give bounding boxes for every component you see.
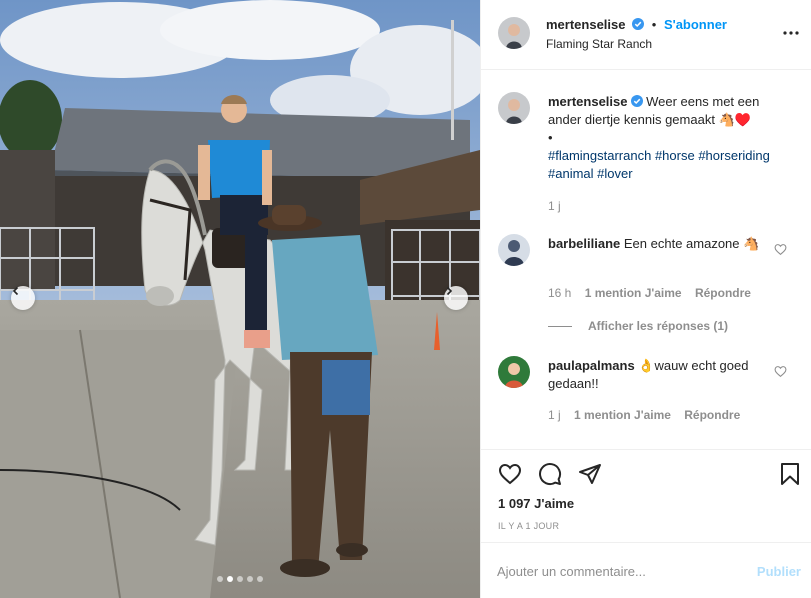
author-username[interactable]: mertenselise — [546, 17, 626, 32]
post-header: mertenselise • S'abonner Flaming Star Ra… — [481, 0, 811, 70]
caption-bullet: • — [548, 130, 553, 145]
header-separator: • — [651, 17, 657, 32]
view-replies-label: Afficher les réponses (1) — [588, 319, 729, 333]
post-timestamp[interactable]: IL Y A 1 JOUR — [498, 521, 559, 531]
caption-avatar[interactable] — [498, 92, 530, 124]
heart-icon[interactable] — [774, 365, 787, 378]
hashtag[interactable]: #horse — [655, 148, 695, 163]
comment-likes[interactable]: 1 mention J'aime — [574, 408, 671, 422]
author-line: mertenselise • S'abonner — [546, 17, 727, 32]
bookmark-icon[interactable] — [778, 462, 802, 486]
avatar-image — [498, 17, 530, 49]
comment-text: Een echte amazone 🐴 — [623, 236, 760, 251]
avatar-image — [498, 92, 530, 124]
replies-divider — [548, 325, 572, 327]
caption: mertenselise Weer eens met een ander die… — [548, 93, 773, 183]
hashtag[interactable]: #animal — [548, 166, 594, 181]
chevron-left-icon — [12, 286, 19, 296]
comment-username[interactable]: barbeliliane — [548, 236, 620, 251]
carousel-dot — [237, 576, 243, 582]
comment: paulapalmans 👌wauw echt goed gedaan!! — [548, 357, 773, 393]
caption-meta: 1 j — [548, 199, 561, 213]
commenter-avatar[interactable] — [498, 356, 530, 388]
comments-list[interactable]: mertenselise Weer eens met een ander die… — [481, 71, 811, 449]
carousel-next-button[interactable] — [444, 286, 468, 310]
more-options-icon[interactable] — [782, 24, 800, 42]
hashtag[interactable]: #lover — [597, 166, 632, 181]
hashtag[interactable]: #flamingstarranch — [548, 148, 651, 163]
publish-button[interactable]: Publier — [757, 564, 801, 579]
author-avatar[interactable] — [498, 17, 530, 49]
post-photo[interactable] — [0, 0, 480, 598]
comment-meta: 1 j 1 mention J'aime Répondre — [548, 408, 740, 422]
chevron-right-icon — [446, 286, 453, 296]
carousel-prev-button[interactable] — [11, 286, 35, 310]
comment-age[interactable]: 16 h — [548, 286, 571, 300]
likes-count[interactable]: 1 097 J'aime — [498, 496, 574, 511]
comment: barbeliliane Een echte amazone 🐴 — [548, 235, 773, 253]
carousel-dot — [247, 576, 253, 582]
comment-likes[interactable]: 1 mention J'aime — [585, 286, 682, 300]
photo-horse-rider — [0, 0, 480, 598]
comment-input[interactable] — [497, 561, 737, 581]
follow-button[interactable]: S'abonner — [664, 17, 727, 32]
avatar-image — [498, 234, 530, 266]
comment-age[interactable]: 1 j — [548, 408, 561, 422]
paper-plane-icon[interactable] — [578, 462, 602, 486]
reply-button[interactable]: Répondre — [684, 408, 740, 422]
commenter-avatar[interactable] — [498, 234, 530, 266]
hashtag[interactable]: #horseriding — [698, 148, 770, 163]
view-replies-button[interactable]: Afficher les réponses (1) — [548, 319, 728, 333]
verified-badge-icon — [630, 95, 643, 107]
caption-username[interactable]: mertenselise — [548, 94, 628, 109]
caption-age[interactable]: 1 j — [548, 199, 561, 213]
heart-icon[interactable] — [498, 462, 522, 486]
carousel-dot — [217, 576, 223, 582]
comment-username[interactable]: paulapalmans — [548, 358, 635, 373]
carousel-dot — [257, 576, 263, 582]
carousel-indicator — [0, 576, 480, 582]
avatar-image — [498, 356, 530, 388]
post-detail-panel: mertenselise • S'abonner Flaming Star Ra… — [480, 0, 811, 598]
verified-badge-icon — [632, 18, 645, 30]
add-comment-bar: Publier — [481, 542, 811, 598]
comment-meta: 16 h 1 mention J'aime Répondre — [548, 286, 751, 300]
post-location[interactable]: Flaming Star Ranch — [546, 37, 652, 51]
carousel-dot — [227, 576, 233, 582]
heart-icon[interactable] — [774, 243, 787, 256]
reply-button[interactable]: Répondre — [695, 286, 751, 300]
post-actions: 1 097 J'aime IL Y A 1 JOUR — [481, 449, 811, 541]
comment-icon[interactable] — [538, 462, 562, 486]
